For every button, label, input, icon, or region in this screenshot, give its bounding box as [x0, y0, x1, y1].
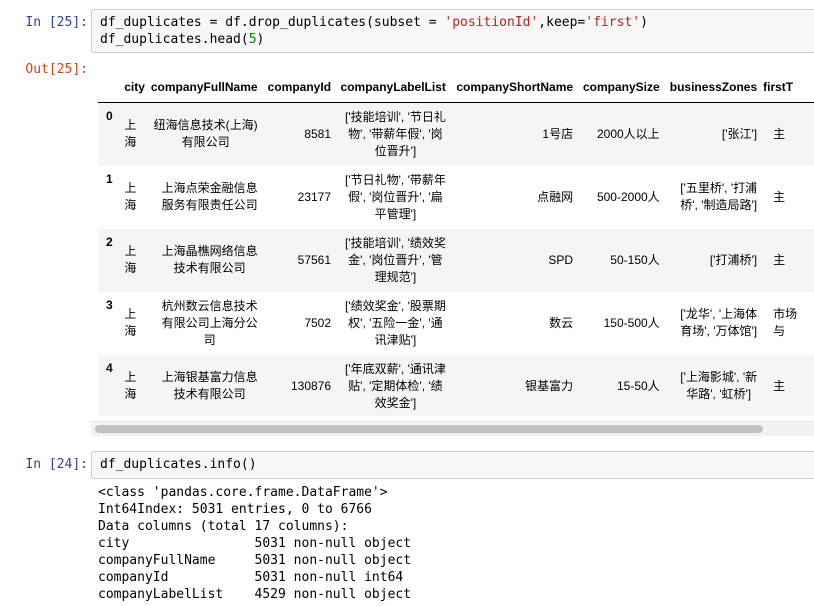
- table-row: 2 上海上海晶樵网络信息 技术有限公司 57561 ['技能培训', '绩效奖 金', '…: [98, 228, 814, 292]
- output-line: companyLabelList 4529 non-null object: [98, 587, 412, 602]
- cell-company-full-name: 上海晶樵网络信息 技术有限公司: [161, 244, 258, 275]
- row-index: 2: [106, 234, 113, 249]
- cell-company-short-name: 银基富力: [525, 378, 574, 393]
- cell-first-type: 主: [773, 252, 786, 267]
- column-header: companyFullName: [150, 72, 264, 103]
- dataframe-table: city companyFullName companyId companyLa…: [98, 72, 814, 416]
- table-row: 0 上海纽海信息技术(上海) 有限公司 8581 ['技能培训', '节日礼 物', '带…: [98, 102, 814, 166]
- cell-city: 上海: [124, 307, 137, 338]
- cell-company-size: 50-150人: [610, 252, 660, 267]
- cell-company-size: 2000人以上: [596, 126, 660, 141]
- output-line: companyFullName 5031 non-null object: [98, 553, 412, 568]
- table-row: 3 上海杭州数云信息技术 有限公司上海分公司 7502 ['绩效奖金', '股票期 权',…: [98, 292, 814, 355]
- cell-company-id: 7502: [304, 315, 332, 330]
- cell-company-size: 150-500人: [603, 315, 660, 330]
- code-editor-25[interactable]: df_duplicates = df.drop_duplicates(subse…: [91, 9, 814, 53]
- cell-company-id: 8581: [304, 126, 332, 141]
- cell-city: 上海: [124, 181, 137, 212]
- column-header: companySize: [579, 72, 666, 103]
- cell-company-size: 500-2000人: [596, 189, 660, 204]
- out-prompt-25: Out[25]:: [25, 62, 88, 77]
- cell-company-short-name: 点融网: [537, 189, 574, 204]
- table-row: 1 上海上海点荣金融信息 服务有限责任公司 23177 ['节日礼物', '带薪年 假',…: [98, 166, 814, 229]
- cell-first-type: 主: [773, 126, 786, 141]
- row-index: 4: [106, 360, 113, 375]
- cell-business-zones: ['上海影城', '新 华路', '虹桥']: [680, 370, 758, 401]
- table-header-row: city companyFullName companyId companyLa…: [98, 72, 814, 103]
- cell-company-label-list: ['节日礼物', '带薪年 假', '岗位晋升', '扁 平管理']: [344, 172, 446, 221]
- cell-company-label-list: ['技能培训', '节日礼 物', '带薪年假', '岗 位晋升']: [344, 109, 446, 158]
- row-index: 3: [106, 297, 113, 312]
- cell-business-zones: ['张江']: [721, 126, 758, 141]
- horizontal-scrollbar[interactable]: [91, 421, 814, 436]
- row-index: 1: [106, 171, 113, 186]
- column-header: firstT: [763, 72, 814, 103]
- in-prompt-25: In [25]:: [25, 15, 88, 30]
- column-header: [98, 72, 116, 103]
- cell-company-label-list: ['绩效奖金', '股票期 权', '五险一金', '通 讯津贴']: [344, 298, 446, 347]
- cell-company-short-name: SPD: [548, 252, 574, 267]
- cell-company-id: 23177: [297, 189, 332, 204]
- output-line: Int64Index: 5031 entries, 0 to 6766: [98, 502, 372, 517]
- cell-company-id: 57561: [297, 252, 332, 267]
- column-header: companyId: [263, 72, 338, 103]
- output-line: companyId 5031 non-null int64: [98, 570, 404, 585]
- info-output: <class 'pandas.core.frame.DataFrame'> Int…: [98, 484, 411, 603]
- cell-first-type: 主: [773, 378, 786, 393]
- column-header: companyShortName: [451, 72, 580, 103]
- cell-business-zones: ['五里桥', '打浦 桥', '制造局路']: [680, 181, 758, 212]
- row-index: 0: [106, 109, 113, 123]
- cell-business-zones: ['龙华', '上海体 育场', '万体馆']: [680, 307, 758, 338]
- cell-city: 上海: [124, 118, 137, 150]
- cell-company-id: 130876: [290, 378, 332, 393]
- cell-city: 上海: [124, 244, 137, 275]
- cell-first-type: 主: [773, 189, 786, 204]
- output-line: Data columns (total 17 columns):: [98, 519, 349, 534]
- table-row: 4 上海上海银基富力信息 技术有限公司 130876 ['年底双薪', '通讯津 贴', …: [98, 354, 814, 416]
- cell-business-zones: ['打浦桥']: [709, 252, 758, 267]
- code-editor-24[interactable]: df_duplicates.info(): [91, 451, 814, 479]
- output-line: city 5031 non-null object: [98, 536, 412, 551]
- column-header: companyLabelList: [337, 72, 452, 103]
- dataframe-output[interactable]: city companyFullName companyId companyLa…: [98, 72, 814, 416]
- cell-company-full-name: 杭州数云信息技术 有限公司上海分公司: [161, 298, 258, 347]
- cell-city: 上海: [124, 370, 137, 401]
- cell-company-label-list: ['技能培训', '绩效奖 金', '岗位晋升', '管 理规范']: [344, 235, 446, 284]
- column-header: businessZones: [665, 72, 764, 103]
- cell-company-full-name: 纽海信息技术(上海) 有限公司: [153, 118, 258, 150]
- column-header: city: [115, 72, 151, 103]
- cell-company-full-name: 上海点荣金融信息 服务有限责任公司: [161, 181, 258, 212]
- code-line-2: df_duplicates.head(5): [100, 32, 265, 47]
- cell-company-short-name: 数云: [549, 315, 574, 330]
- cell-company-label-list: ['年底双薪', '通讯津 贴', '定期体检', '绩 效奖金']: [344, 361, 446, 410]
- cell-company-short-name: 1号店: [542, 126, 574, 141]
- cell-first-type: 市场与: [773, 307, 798, 338]
- code-line-1: df_duplicates.info(): [100, 457, 257, 472]
- cell-company-size: 15-50人: [616, 378, 660, 393]
- cell-company-full-name: 上海银基富力信息 技术有限公司: [161, 370, 258, 401]
- scrollbar-thumb[interactable]: [95, 425, 763, 433]
- in-prompt-24: In [24]:: [25, 457, 88, 472]
- code-line-1: df_duplicates = df.drop_duplicates(subse…: [100, 15, 648, 30]
- output-line: <class 'pandas.core.frame.DataFrame'>: [98, 485, 388, 500]
